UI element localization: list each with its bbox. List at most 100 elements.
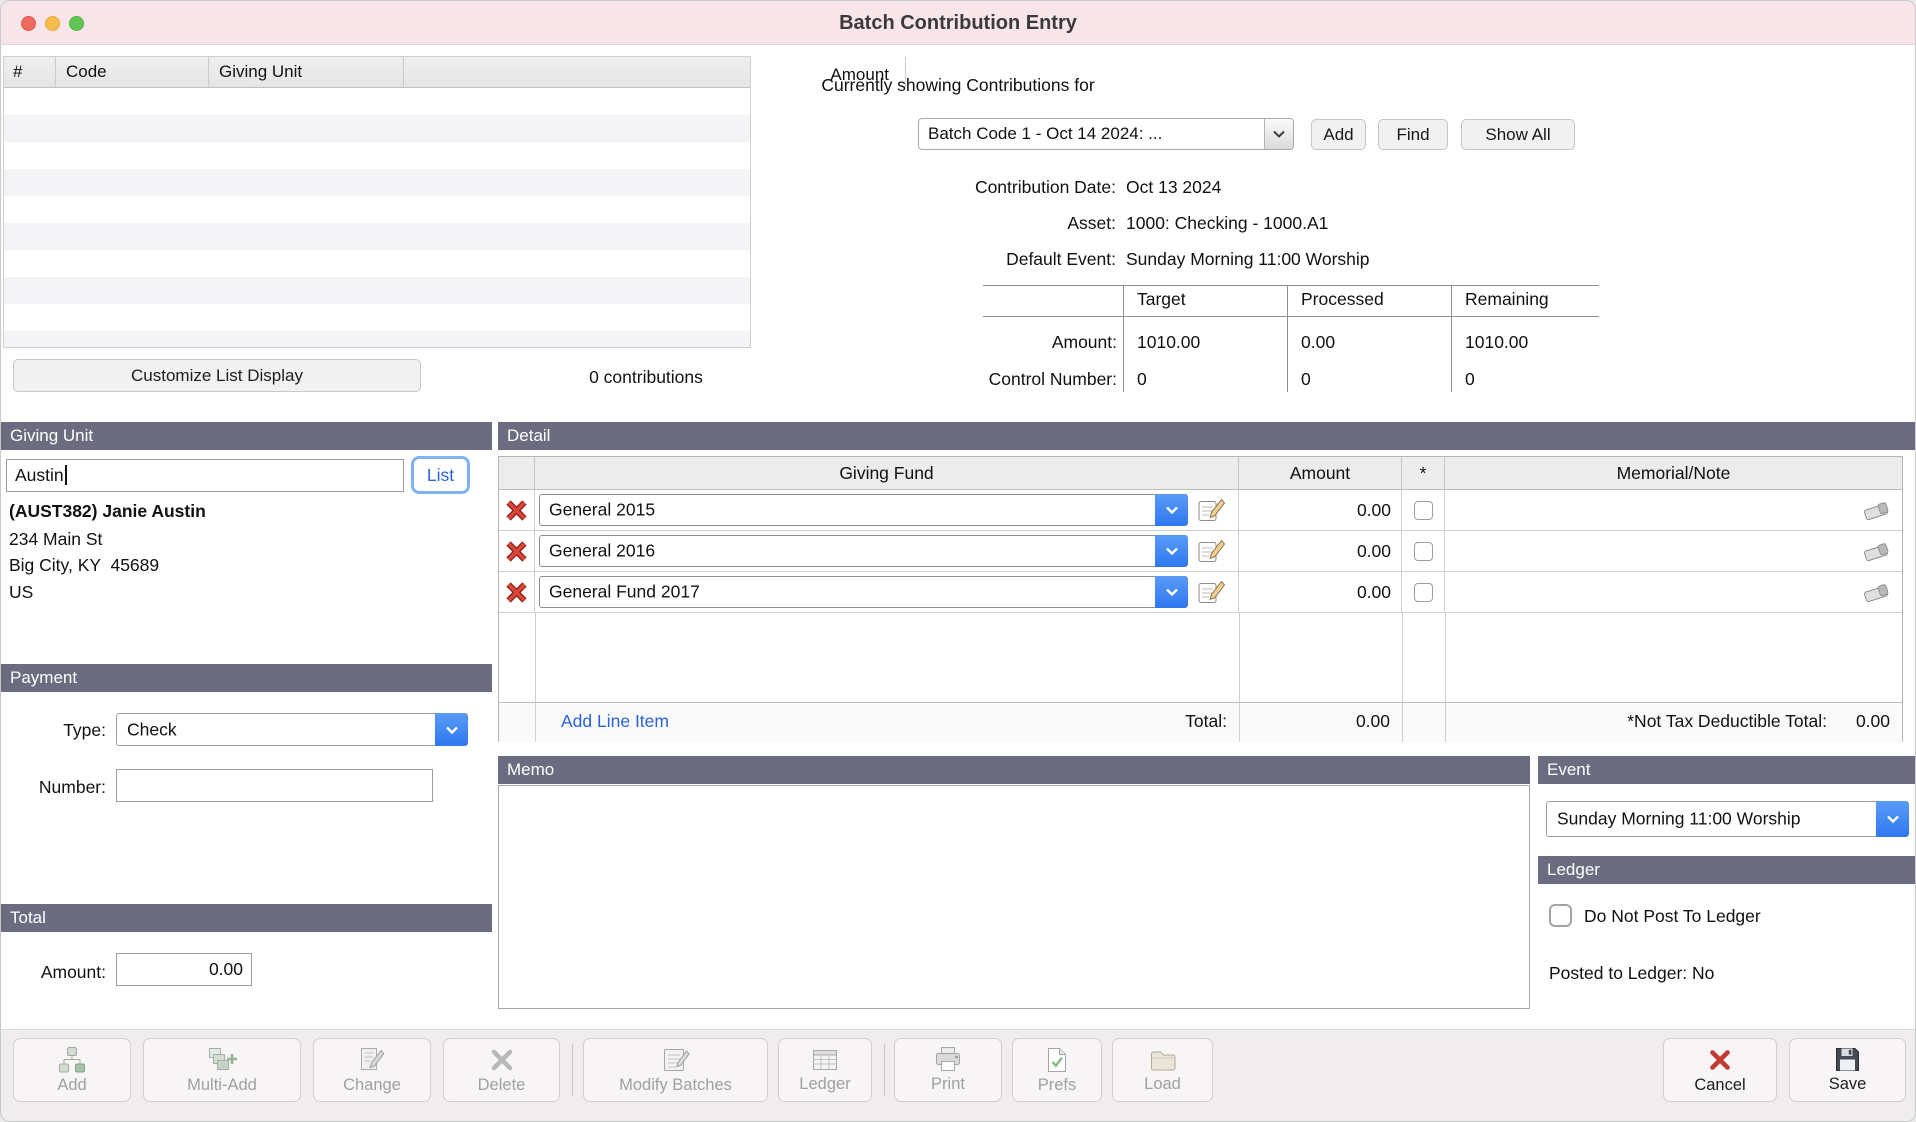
summary-control-label: Control Number: xyxy=(983,369,1117,390)
dropdown-arrow-icon xyxy=(1264,119,1293,149)
detail-row: General Fund 2017 0.00 xyxy=(499,572,1902,613)
customize-list-display-button[interactable]: Customize List Display xyxy=(13,359,421,392)
asset-label: Asset: xyxy=(738,213,1116,234)
load-icon xyxy=(1148,1047,1178,1073)
minimize-button[interactable] xyxy=(45,16,60,31)
summary-amount-remaining: 1010.00 xyxy=(1465,332,1528,353)
delete-row-button[interactable] xyxy=(499,572,535,612)
column-header-giving-unit[interactable]: Giving Unit xyxy=(209,57,404,87)
summary-control-remaining: 0 xyxy=(1465,369,1475,390)
event-select[interactable]: Sunday Morning 11:00 Worship xyxy=(1546,801,1909,837)
column-header-code[interactable]: Code xyxy=(56,57,209,87)
edit-fund-button[interactable] xyxy=(1197,579,1225,606)
batch-summary-table: Target Processed Remaining Amount: 1010.… xyxy=(983,285,1599,392)
chevron-down-icon xyxy=(1155,576,1188,608)
cancel-icon xyxy=(1706,1046,1734,1074)
address-line: 234 Main St xyxy=(9,529,102,550)
memorial-note-cell[interactable] xyxy=(1445,572,1902,612)
check-number-input[interactable] xyxy=(116,769,433,802)
button-label: Delete xyxy=(478,1076,526,1095)
amount-cell[interactable]: 0.00 xyxy=(1239,531,1402,571)
summary-amount-processed: 0.00 xyxy=(1301,332,1335,353)
memo-stamp-button[interactable] xyxy=(1862,540,1890,562)
memorial-note-cell[interactable] xyxy=(1445,531,1902,571)
asset-value: 1000: Checking - 1000.A1 xyxy=(1126,213,1328,234)
not-tax-deductible-checkbox[interactable] xyxy=(1414,583,1433,602)
detail-row: General 2016 0.00 xyxy=(499,531,1902,572)
memo-section-header: Memo xyxy=(498,756,1530,784)
close-button[interactable] xyxy=(21,16,36,31)
memo-stamp-button[interactable] xyxy=(1862,581,1890,603)
fund-cell: General 2015 xyxy=(535,490,1239,530)
multi-add-button[interactable]: Multi-Add xyxy=(143,1038,301,1102)
add-button[interactable]: Add xyxy=(13,1038,131,1102)
detail-total-label: Total: xyxy=(1185,711,1227,732)
add-batch-button[interactable]: Add xyxy=(1311,119,1366,150)
summary-border xyxy=(1123,285,1124,392)
edit-icon xyxy=(1197,497,1225,524)
change-button[interactable]: Change xyxy=(313,1038,431,1102)
amount-cell[interactable]: 0.00 xyxy=(1239,572,1402,612)
button-label: Save xyxy=(1829,1075,1867,1094)
delete-row-button[interactable] xyxy=(499,531,535,571)
payment-type-value: Check xyxy=(127,719,429,740)
detail-section-header: Detail xyxy=(498,422,1916,450)
show-all-button[interactable]: Show All xyxy=(1461,119,1575,150)
column-header-delete xyxy=(499,457,535,489)
payment-type-label: Type: xyxy=(1,720,106,741)
zoom-button[interactable] xyxy=(69,16,84,31)
change-icon xyxy=(358,1046,386,1074)
chevron-down-icon xyxy=(435,713,468,746)
edit-fund-button[interactable] xyxy=(1197,497,1225,524)
delete-row-button[interactable] xyxy=(499,490,535,530)
cancel-button[interactable]: Cancel xyxy=(1663,1038,1777,1102)
default-event-value: Sunday Morning 11:00 Worship xyxy=(1126,249,1370,270)
save-button[interactable]: Save xyxy=(1789,1038,1906,1102)
posted-to-ledger-text: Posted to Ledger: No xyxy=(1549,963,1714,984)
prefs-icon xyxy=(1044,1046,1070,1074)
modify-batches-button[interactable]: Modify Batches xyxy=(583,1038,768,1102)
address-line: US xyxy=(9,582,33,603)
total-amount-input[interactable] xyxy=(116,953,252,986)
memo-textarea[interactable] xyxy=(498,785,1530,1009)
ledger-icon xyxy=(811,1047,839,1073)
event-section-header: Event xyxy=(1538,756,1916,784)
batch-panel-heading: Currently showing Contributions for xyxy=(738,75,1178,96)
batch-select[interactable]: Batch Code 1 - Oct 14 2024: ... xyxy=(918,118,1294,150)
toolbar-separator xyxy=(572,1044,573,1096)
amount-cell[interactable]: 0.00 xyxy=(1239,490,1402,530)
prefs-button[interactable]: Prefs xyxy=(1012,1038,1102,1102)
payment-type-select[interactable]: Check xyxy=(116,713,468,746)
find-batch-button[interactable]: Find xyxy=(1378,119,1448,150)
delete-button[interactable]: Delete xyxy=(443,1038,560,1102)
default-event-label: Default Event: xyxy=(738,249,1116,270)
chevron-down-icon xyxy=(1155,535,1188,567)
payment-section-header: Payment xyxy=(1,664,492,692)
detail-total-value: 0.00 xyxy=(1310,711,1390,732)
giving-fund-select[interactable]: General Fund 2017 xyxy=(539,576,1188,608)
summary-column-target: Target xyxy=(1137,289,1186,310)
memo-stamp-button[interactable] xyxy=(1862,499,1890,521)
not-tax-deductible-checkbox[interactable] xyxy=(1414,542,1433,561)
chevron-down-icon xyxy=(1876,801,1909,837)
giving-fund-value: General 2015 xyxy=(549,500,1147,521)
do-not-post-to-ledger-checkbox[interactable] xyxy=(1549,904,1572,927)
giving-unit-search-input[interactable]: Austin xyxy=(6,459,404,492)
edit-fund-button[interactable] xyxy=(1197,538,1225,565)
button-label: Print xyxy=(931,1075,965,1094)
memorial-note-cell[interactable] xyxy=(1445,490,1902,530)
edit-icon xyxy=(1197,579,1225,606)
load-button[interactable]: Load xyxy=(1112,1038,1213,1102)
button-label: Load xyxy=(1144,1075,1181,1094)
giving-fund-select[interactable]: General 2016 xyxy=(539,535,1188,567)
column-header-number[interactable]: # xyxy=(4,57,56,87)
ledger-button[interactable]: Ledger xyxy=(778,1038,872,1102)
print-button[interactable]: Print xyxy=(894,1038,1002,1102)
contributions-table-body[interactable] xyxy=(4,88,750,347)
event-value: Sunday Morning 11:00 Worship xyxy=(1557,809,1870,830)
giving-fund-select[interactable]: General 2015 xyxy=(539,494,1188,526)
not-tax-deductible-checkbox[interactable] xyxy=(1414,501,1433,520)
list-button[interactable]: List xyxy=(411,456,470,494)
add-line-item-link[interactable]: Add Line Item xyxy=(561,711,669,732)
address-line: Big City, KY 45689 xyxy=(9,555,159,576)
